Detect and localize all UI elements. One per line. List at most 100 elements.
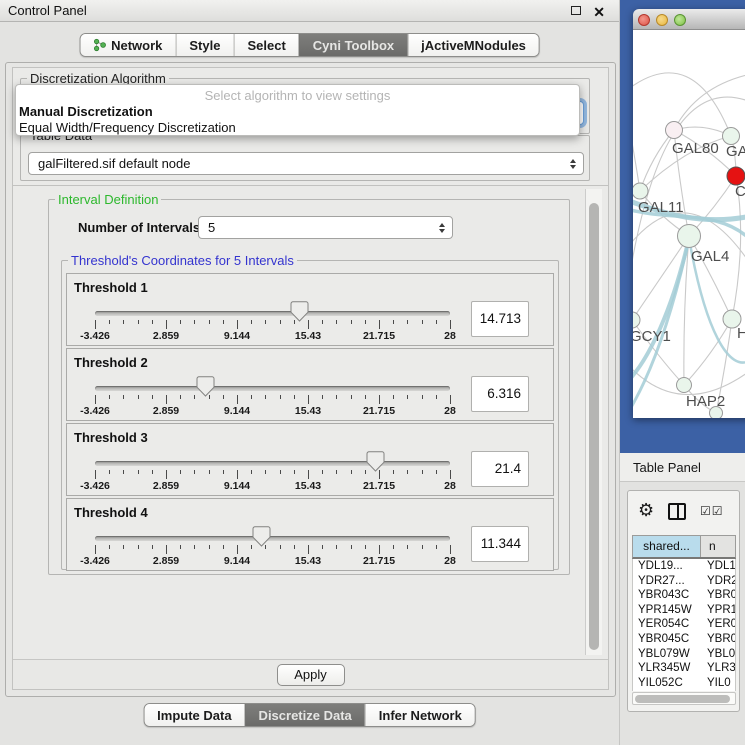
network-node-label: GCY1 — [633, 328, 671, 345]
gear-icon[interactable]: ⚙ — [638, 500, 654, 521]
threshold-value-field[interactable]: 6.316 — [471, 376, 529, 412]
control-panel-titlebar: Control Panel ✕ — [0, 0, 619, 22]
network-window: GAL80GACGAL11GAL4GCY1HHAP2 — [633, 9, 745, 418]
network-edge[interactable] — [674, 74, 745, 130]
minimize-traffic-light-icon[interactable] — [656, 14, 668, 26]
threshold-row: Threshold 1 -3.4262.8599.14415.4321.7152… — [66, 273, 554, 346]
network-edge-thick[interactable] — [633, 238, 689, 382]
tab-impute-data[interactable]: Impute Data — [144, 704, 244, 726]
dropdown-option-equal-width[interactable]: Equal Width/Frequency Discretization — [16, 120, 579, 136]
thresholds-group: Threshold's Coordinates for 5 Intervals … — [61, 260, 559, 570]
table-panel-header: Table Panel — [620, 453, 745, 482]
slider-thumb[interactable] — [290, 301, 309, 322]
table-data-group: Table Data galFiltered.sif default node — [20, 135, 590, 181]
network-edge[interactable] — [633, 126, 640, 191]
table-row[interactable]: YPR145WYPR1 — [633, 603, 735, 618]
threshold-label: Threshold 2 — [74, 355, 148, 370]
network-edge[interactable] — [640, 130, 674, 191]
threshold-value-field[interactable]: 21.4 — [471, 451, 529, 487]
column-header-name[interactable]: n — [701, 536, 735, 557]
tick-label: -3.426 — [80, 555, 110, 567]
tab-jactivemnodules[interactable]: jActiveMNodules — [407, 34, 539, 56]
tab-select[interactable]: Select — [233, 34, 298, 56]
network-node[interactable] — [710, 407, 723, 419]
combo-stepper-icon — [439, 223, 445, 233]
threshold-row: Threshold 2 -3.4262.8599.14415.4321.7152… — [66, 348, 554, 421]
table-data-combo[interactable]: galFiltered.sif default node — [28, 152, 584, 175]
apply-button[interactable]: Apply — [277, 664, 345, 686]
number-of-intervals-combo[interactable]: 5 — [198, 216, 453, 239]
network-node-ga[interactable] — [723, 128, 740, 145]
threshold-value-field[interactable]: 11.344 — [471, 526, 529, 562]
threshold-row: Threshold 3 -3.4262.8599.14415.4321.7152… — [66, 423, 554, 496]
tick-label: -3.426 — [80, 330, 110, 342]
table-row[interactable]: YBL079WYBL0 — [633, 647, 735, 662]
settings-scroll-area: Interval Definition Number of Intervals … — [13, 185, 608, 659]
network-node-gal80[interactable] — [666, 122, 683, 139]
table-row[interactable]: YBR043CYBR0 — [633, 588, 735, 603]
network-icon — [93, 38, 106, 52]
network-node-gal4[interactable] — [678, 225, 701, 248]
network-node-hap2[interactable] — [677, 378, 692, 393]
tick-label: 9.144 — [224, 405, 250, 417]
table-row[interactable]: YER054CYER0 — [633, 617, 735, 632]
close-icon[interactable]: ✕ — [593, 1, 605, 23]
tick-label: 2.859 — [153, 480, 179, 492]
discretize-panel: Discretization Algorithm Select algorith… — [12, 67, 609, 690]
slider-thumb[interactable] — [196, 376, 215, 397]
slider-ticks — [95, 470, 450, 480]
tab-infer-network[interactable]: Infer Network — [365, 704, 475, 726]
network-node-label: GAL80 — [672, 140, 719, 157]
slider-thumb[interactable] — [366, 451, 385, 472]
table-row[interactable]: YDL19...YDL1 — [633, 559, 735, 574]
tab-style[interactable]: Style — [175, 34, 233, 56]
threshold-row: Threshold 4 -3.4262.8599.14415.4321.7152… — [66, 498, 554, 571]
slider-ticks — [95, 395, 450, 405]
float-window-icon[interactable] — [571, 6, 581, 15]
panel-scrollbar[interactable] — [585, 189, 602, 655]
network-canvas[interactable]: GAL80GACGAL11GAL4GCY1HHAP2 — [633, 30, 745, 418]
columns-icon[interactable] — [668, 503, 686, 520]
slider-thumb[interactable] — [252, 526, 271, 547]
control-panel: Control Panel ✕ Network Style Select Cyn… — [0, 0, 620, 745]
network-node-gal11[interactable] — [633, 183, 648, 199]
tab-cyni-toolbox[interactable]: Cyni Toolbox — [299, 34, 407, 56]
table-row[interactable]: YIL052CYIL0 — [633, 676, 735, 691]
zoom-traffic-light-icon[interactable] — [674, 14, 686, 26]
close-traffic-light-icon[interactable] — [638, 14, 650, 26]
tick-label: 28 — [444, 480, 456, 492]
slider-scale-labels: -3.4262.8599.14415.4321.71528 — [95, 480, 450, 492]
group-title: Interval Definition — [55, 192, 161, 207]
network-node-label: C — [735, 183, 745, 200]
network-node-label: H — [737, 325, 745, 342]
slider-track[interactable] — [95, 311, 450, 316]
slider-track[interactable] — [95, 536, 450, 541]
slider-track[interactable] — [95, 461, 450, 466]
tick-label: 21.715 — [363, 480, 395, 492]
tick-label: 2.859 — [153, 405, 179, 417]
table-row[interactable]: YBR045CYBR0 — [633, 632, 735, 647]
tick-label: 15.43 — [295, 405, 321, 417]
network-node-label: GAL4 — [691, 248, 729, 265]
table-row[interactable]: YDR27...YDR2 — [633, 574, 735, 589]
threshold-value-field[interactable]: 14.713 — [471, 301, 529, 337]
tick-label: 21.715 — [363, 555, 395, 567]
network-node-gcy1[interactable] — [633, 312, 640, 328]
table-rows: YDL19...YDL1YDR27...YDR2YBR043CYBR0YPR14… — [632, 559, 736, 691]
network-window-titlebar[interactable] — [633, 9, 745, 30]
tick-label: 9.144 — [224, 330, 250, 342]
tab-network[interactable]: Network — [80, 34, 175, 56]
network-node-label: GA — [726, 143, 745, 160]
table-row[interactable]: YLR345WYLR3 — [633, 661, 735, 676]
group-title: Threshold's Coordinates for 5 Intervals — [68, 253, 297, 268]
table-data-value: galFiltered.sif default node — [38, 156, 190, 171]
tick-label: 9.144 — [224, 480, 250, 492]
node-table: shared... n YDL19...YDL1YDR27...YDR2YBR0… — [632, 535, 736, 705]
slider-track[interactable] — [95, 386, 450, 391]
checkbox-icons[interactable]: ☑☑ — [700, 504, 724, 518]
tab-discretize-data[interactable]: Discretize Data — [245, 704, 365, 726]
dropdown-option-manual[interactable]: Manual Discretization — [16, 104, 579, 120]
table-horizontal-scrollbar[interactable] — [632, 692, 736, 705]
tick-label: 15.43 — [295, 555, 321, 567]
column-header-shared-name[interactable]: shared... — [633, 536, 701, 557]
